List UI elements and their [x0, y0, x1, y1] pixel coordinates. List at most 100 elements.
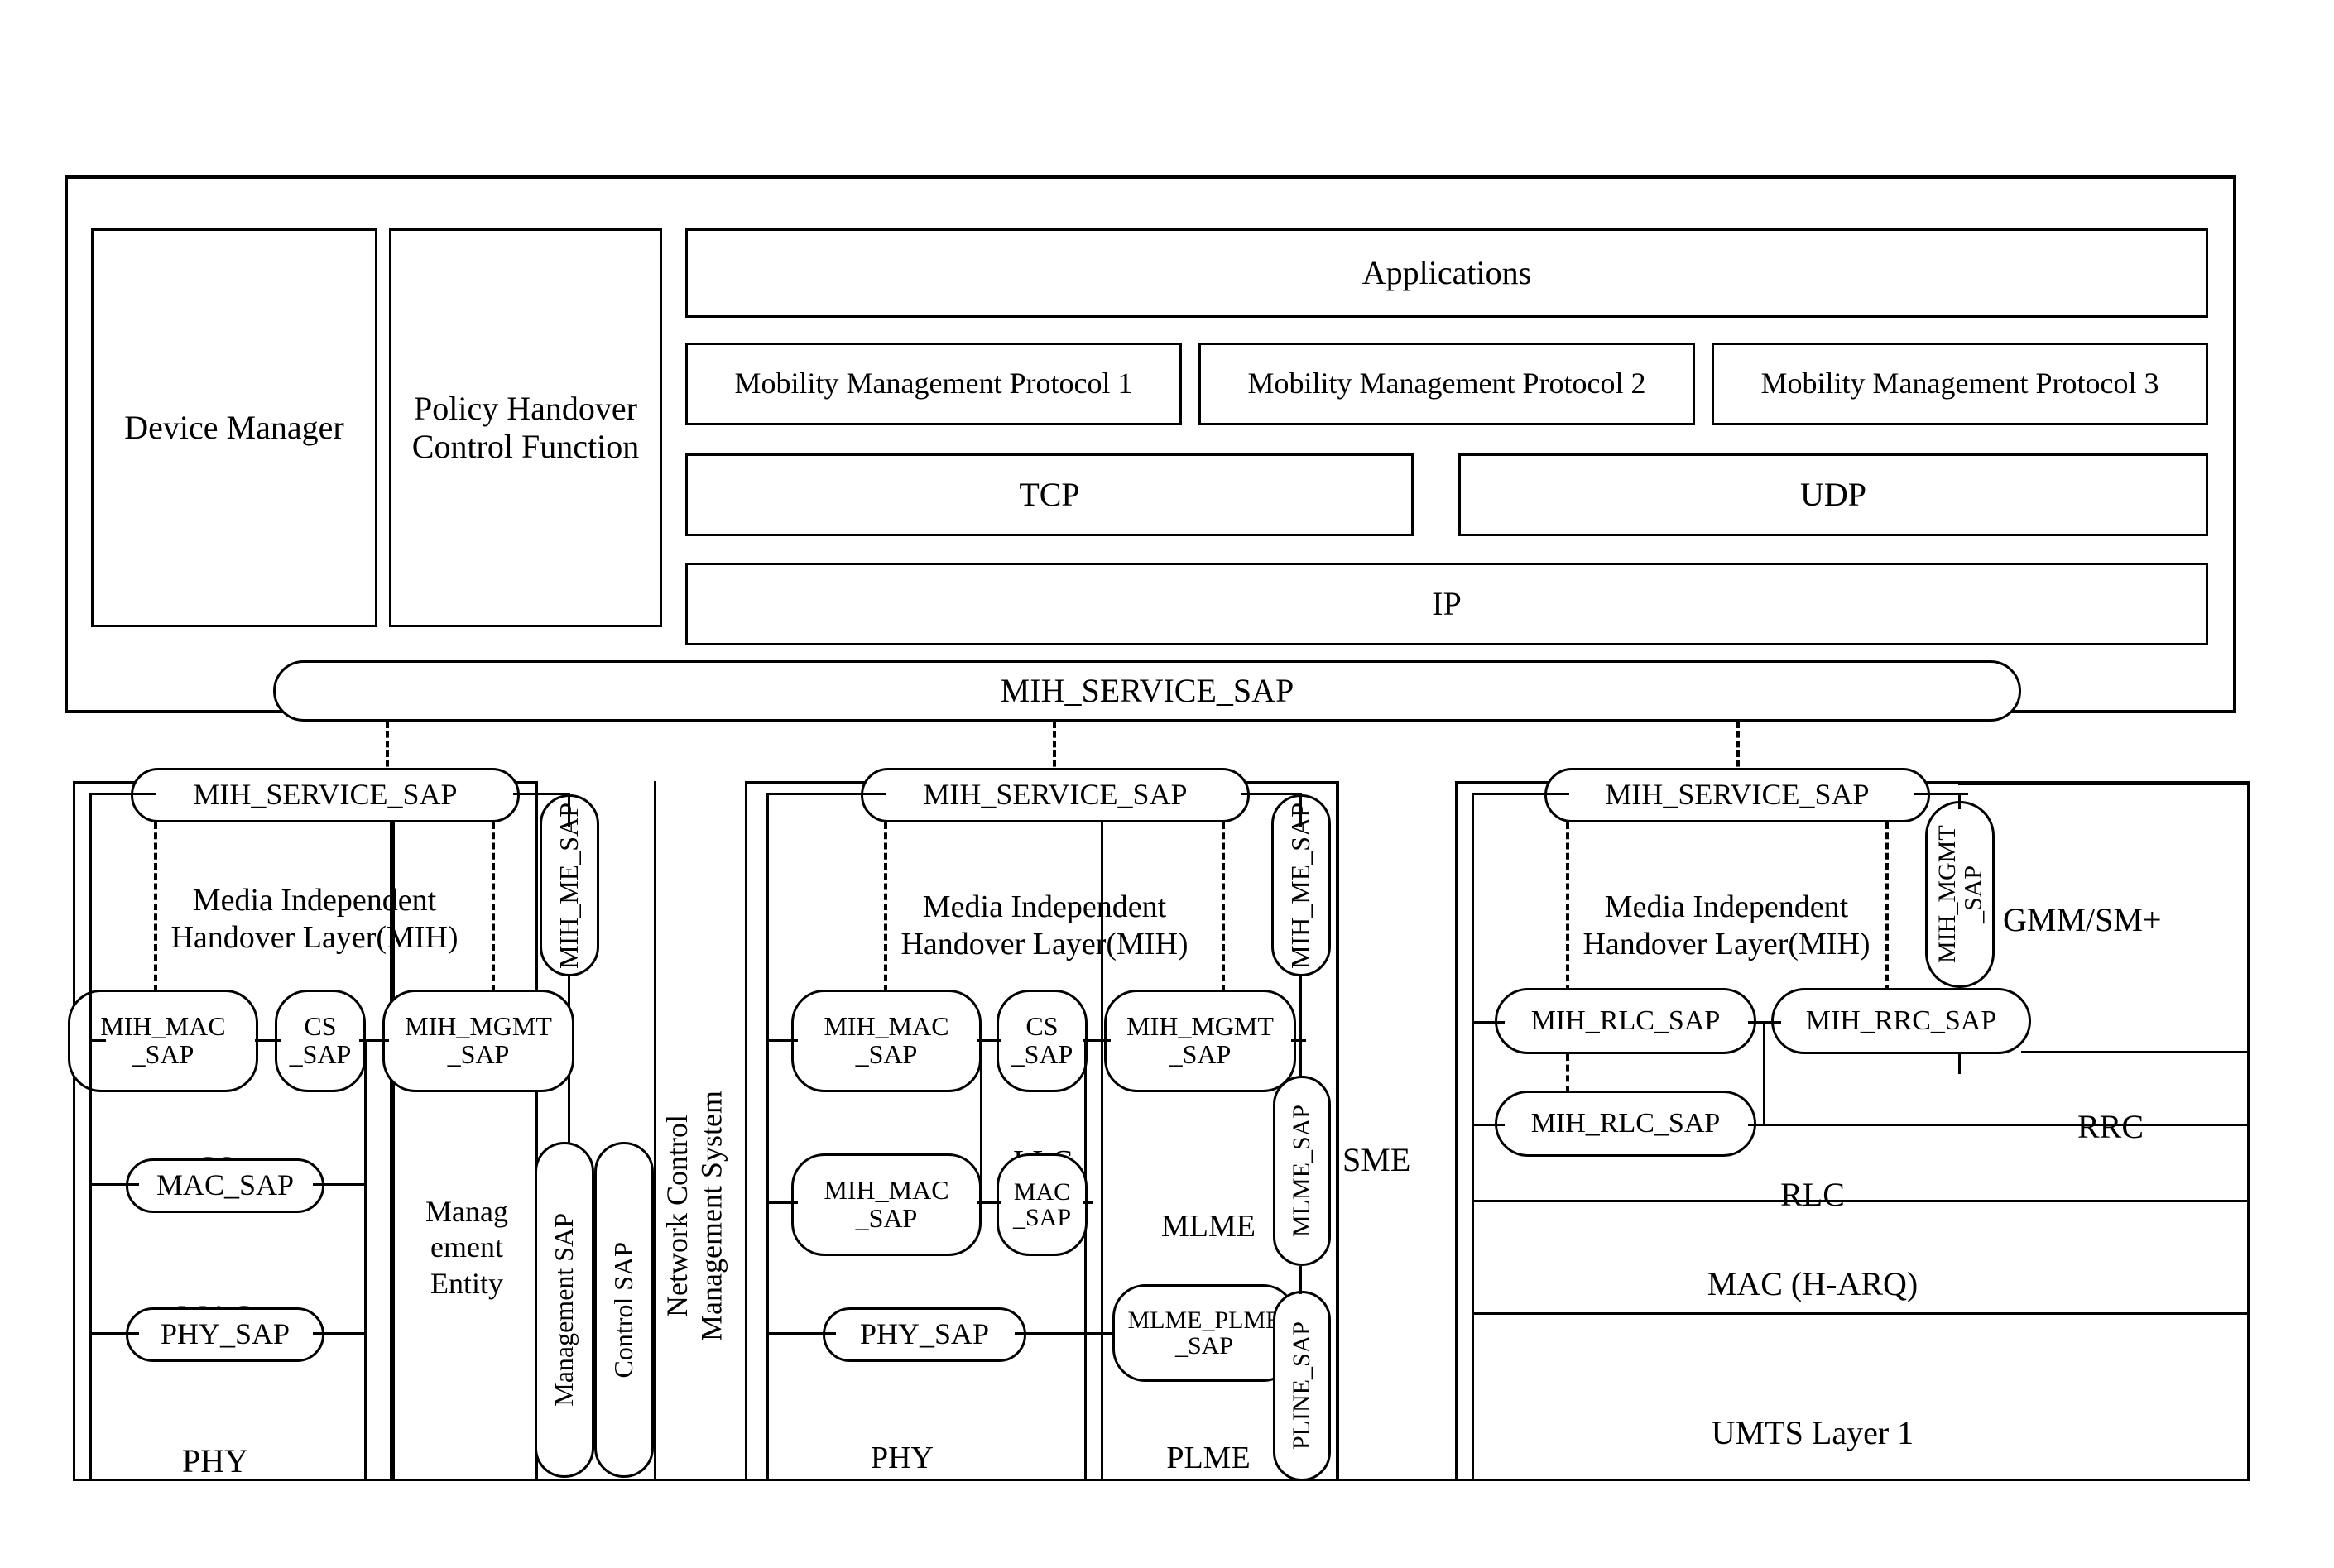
right-gmm-sm-label: GMM/SM+: [2003, 901, 2162, 938]
left-cs-sap-join-a: [255, 1039, 281, 1042]
mobility-protocol-2-label: Mobility Management Protocol 2: [1247, 367, 1646, 400]
left-cs-sap-label: CS _SAP: [289, 1011, 352, 1069]
left-phy-sap: PHY_SAP: [126, 1307, 324, 1362]
applications-label: Applications: [1362, 254, 1532, 291]
left-spine-top: [89, 793, 156, 795]
mobility-protocol-1-label: Mobility Management Protocol 1: [734, 367, 1133, 400]
right-spine-to-rlc-sap-1: [1472, 1021, 1505, 1024]
right-mgmt-sap-up: [1958, 793, 1961, 809]
right-spine: [1472, 793, 1474, 1479]
right-mih-rrc-sap-label: MIH_RRC_SAP: [1805, 1005, 1997, 1037]
right-mih-mgmt-sap-label: MIH_MGMT _SAP: [1933, 825, 1987, 964]
middle-mih-layer-label: Media Independent Handover Layer(MIH): [900, 889, 1189, 962]
middle-phy-sap-label: PHY_SAP: [859, 1317, 990, 1351]
middle-spine: [766, 793, 769, 1479]
right-mih-layer-label: Media Independent Handover Layer(MIH): [1582, 889, 1871, 962]
middle-mac-join-b: [1083, 1201, 1093, 1204]
middle-spine-to-mac-sap: [766, 1039, 798, 1042]
right-spine-to-rlc-sap-2: [1472, 1124, 1505, 1126]
control-sap-label: Control SAP: [608, 1241, 639, 1379]
middle-mih-dash-left: [884, 822, 887, 991]
middle-mih-mgmt-sap-label: MIH_MGMT _SAP: [1126, 1011, 1274, 1069]
left-mih-dash-left: [154, 822, 157, 991]
management-sap: Management SAP: [535, 1142, 594, 1478]
middle-phy-sap-line-in: [766, 1332, 836, 1335]
middle-mih-mac-sap-2-label: MIH_MAC _SAP: [824, 1175, 949, 1233]
middle-mih-mgmt-sap: MIH_MGMT _SAP: [1104, 990, 1296, 1092]
middle-plme-label: PLME: [1166, 1440, 1251, 1475]
ncms-left-border: [654, 781, 656, 1481]
ncms-label: Network Control Management System: [660, 1091, 728, 1342]
policy-handover-label: Policy Handover Control Function: [411, 390, 640, 465]
udp-label: UDP: [1799, 476, 1867, 513]
udp-box: UDP: [1458, 453, 2208, 536]
middle-mlme-to-pline: [1299, 1266, 1302, 1294]
left-mac-sap-label: MAC_SAP: [156, 1168, 295, 1202]
left-mih-layer-label: Media Independent Handover Layer(MIH): [170, 882, 459, 956]
middle-pline-sap: PLINE_SAP: [1273, 1291, 1331, 1481]
middle-spine-to-mac-sap-2: [766, 1201, 798, 1204]
left-mih-service-sap: MIH_SERVICE_SAP: [131, 768, 520, 822]
left-phy-sap-line-in: [89, 1332, 139, 1335]
mobility-protocol-3-label: Mobility Management Protocol 3: [1760, 367, 2159, 400]
middle-mih-service-sap-label: MIH_SERVICE_SAP: [923, 778, 1188, 812]
right-mih-mgmt-sap: MIH_MGMT _SAP: [1925, 801, 1995, 988]
left-mih-dash-right: [492, 822, 495, 991]
left-me-sap-down: [568, 793, 570, 827]
right-mih-dash-right: [1885, 822, 1889, 991]
device-manager-label: Device Manager: [124, 409, 344, 446]
right-rrc-to-panel: [2021, 1051, 2250, 1053]
left-mih-mgmt-sap: MIH_MGMT _SAP: [382, 990, 574, 1092]
left-service-sap-to-me-sap: [513, 793, 569, 795]
right-umts-layer1-label: UMTS Layer 1: [1711, 1414, 1914, 1451]
middle-mac-sap: MAC _SAP: [997, 1153, 1088, 1256]
mobility-protocol-3-box: Mobility Management Protocol 3: [1712, 343, 2208, 425]
middle-mih-mac-sap-2: MIH_MAC _SAP: [791, 1153, 982, 1256]
right-mih-service-sap-label: MIH_SERVICE_SAP: [1605, 778, 1870, 812]
tcp-label: TCP: [1019, 476, 1080, 513]
tcp-box: TCP: [685, 453, 1414, 536]
middle-phy-sap: PHY_SAP: [823, 1307, 1026, 1362]
right-mih-rlc-sap-1: MIH_RLC_SAP: [1495, 988, 1756, 1054]
middle-pline-sap-label: PLINE_SAP: [1288, 1321, 1316, 1451]
left-spine-to-mac-sap: [89, 1039, 106, 1042]
middle-mlme-label: MLME: [1161, 1208, 1256, 1244]
left-mih-mgmt-sap-label: MIH_MGMT _SAP: [405, 1011, 552, 1069]
left-cs-sap: CS _SAP: [275, 990, 366, 1092]
middle-phy-sap-line-out: [1015, 1332, 1112, 1335]
middle-llc-rail-right: [1084, 1039, 1087, 1479]
left-phy-sap-label: PHY_SAP: [160, 1317, 291, 1351]
middle-me-sap-down: [1299, 793, 1302, 827]
main-mih-service-sap-label: MIH_SERVICE_SAP: [1000, 672, 1294, 709]
right-mac-harq-label: MAC (H-ARQ): [1707, 1265, 1919, 1302]
left-mih-service-sap-label: MIH_SERVICE_SAP: [193, 778, 458, 812]
middle-mlme-sap-label: MLME_SAP: [1288, 1104, 1316, 1238]
main-mih-service-sap: MIH_SERVICE_SAP: [273, 660, 2021, 722]
middle-mgmt-to-me-spine: [1291, 1039, 1306, 1042]
middle-cs-sap-label: CS _SAP: [1011, 1011, 1073, 1069]
right-mih-dash-left: [1566, 822, 1569, 991]
middle-me-sap-to-mlme-sap: [1299, 976, 1302, 1076]
mobility-protocol-2-box: Mobility Management Protocol 2: [1198, 343, 1695, 425]
management-sap-label: Management SAP: [549, 1213, 579, 1407]
middle-phy-layer-label: PHY: [870, 1440, 934, 1475]
left-mac-sap: MAC_SAP: [126, 1158, 324, 1213]
right-mac-l1-rule: [1472, 1312, 2250, 1315]
control-sap: Control SAP: [594, 1142, 654, 1478]
middle-mih-dash-right: [1222, 822, 1225, 991]
middle-mlme-plme-sap-label: MLME_PLME _SAP: [1127, 1306, 1281, 1359]
middle-mac-join-a: [977, 1201, 1001, 1204]
diagram-canvas: Device Manager Policy Handover Control F…: [0, 0, 2334, 1568]
right-mih-rlc-sap-2-label: MIH_RLC_SAP: [1530, 1108, 1721, 1139]
middle-mlme-sap: MLME_SAP: [1273, 1076, 1331, 1266]
left-cs-sap-drop: [364, 1039, 367, 1479]
middle-spine-top: [766, 793, 886, 795]
ip-box: IP: [685, 563, 2208, 645]
middle-right-separator: [1336, 781, 1338, 1481]
left-mac-sap-line-out: [313, 1183, 366, 1186]
gmm-top-rule: [1958, 783, 2250, 785]
middle-cs-sap: CS _SAP: [997, 990, 1088, 1092]
applications-box: Applications: [685, 228, 2208, 318]
right-mih-service-sap: MIH_SERVICE_SAP: [1544, 768, 1930, 822]
middle-service-sap-to-me-sap: [1241, 793, 1301, 795]
